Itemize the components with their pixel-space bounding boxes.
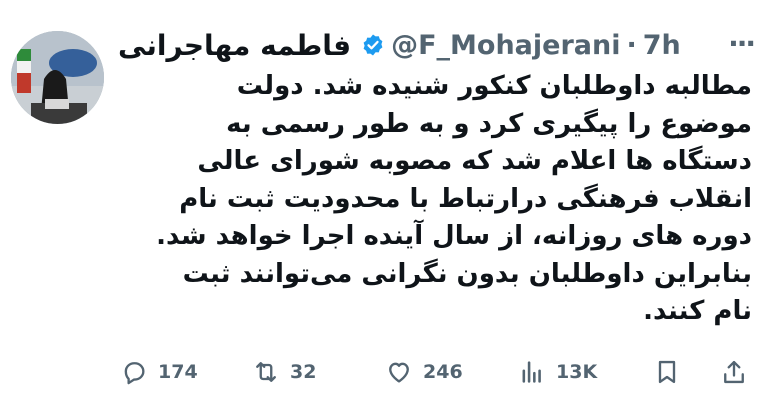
reply-count: 174 [158, 361, 198, 383]
author-handle[interactable]: @F_Mohajerani [391, 30, 620, 61]
reply-icon [124, 362, 145, 385]
avatar-image [11, 31, 104, 124]
share-button[interactable] [720, 350, 748, 394]
bookmark-button[interactable] [653, 350, 681, 394]
share-icon [724, 360, 744, 384]
like-button[interactable]: 246 [385, 350, 463, 394]
tweet-line: بنابراین داوطلبان بدون نگرانی می‌توانند … [182, 258, 752, 289]
tweet-text: مطالبه داوطلبان کنکور شنیده شد. دولت موض… [118, 68, 752, 331]
action-bar: 174 32 246 13K [0, 350, 768, 394]
retweet-count: 32 [290, 361, 317, 383]
timestamp[interactable]: 7h [643, 30, 681, 61]
tweet-line: دوره های روزانه، از سال آینده اجرا خواهد… [156, 221, 752, 251]
tweet-line: نام کنند. [643, 296, 752, 326]
tweet-header: فاطمه مهاجرانی @F_Mohajerani · 7h ··· [118, 28, 756, 62]
retweet-button[interactable]: 32 [252, 350, 316, 394]
views-count: 13K [556, 361, 598, 383]
bookmark-icon [658, 360, 676, 384]
reply-button[interactable]: 174 [120, 350, 198, 394]
avatar[interactable] [11, 31, 104, 124]
tweet-line: مطالبه داوطلبان کنکور شنیده شد. دولت [236, 71, 752, 101]
author-name[interactable]: فاطمه مهاجرانی [118, 29, 351, 62]
heart-icon [389, 362, 409, 383]
separator-dot: · [626, 29, 637, 61]
author-line: فاطمه مهاجرانی @F_Mohajerani · 7h [118, 29, 681, 62]
tweet-line: انقلاب فرهنگی درارتباط با محدودیت ثبت نا… [179, 183, 752, 214]
tweet-line: موضوع را پیگیری کرد و به طور رسمی به [226, 108, 752, 139]
views-icon [522, 361, 541, 383]
more-icon[interactable]: ··· [728, 30, 756, 58]
like-count: 246 [423, 361, 463, 383]
views-button[interactable]: 13K [518, 350, 597, 394]
tweet-line: دستگاه ها اعلام شد که مصوبه شورای عالی [197, 146, 752, 176]
tweet: فاطمه مهاجرانی @F_Mohajerani · 7h ··· مط… [0, 0, 768, 408]
verified-badge-icon [363, 34, 383, 56]
retweet-icon [256, 362, 276, 382]
